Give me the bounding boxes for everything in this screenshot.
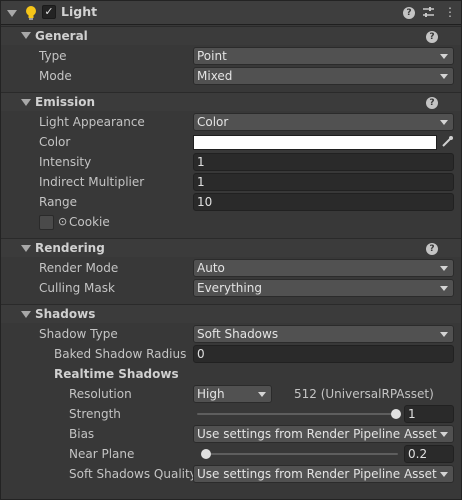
- help-icon[interactable]: ?: [426, 97, 438, 109]
- strength-field[interactable]: 1: [404, 405, 454, 423]
- type-dropdown[interactable]: Point: [193, 47, 454, 65]
- intensity-label: Intensity: [39, 155, 92, 169]
- render-mode-dropdown[interactable]: Auto: [193, 259, 454, 277]
- culling-mask-dropdown[interactable]: Everything: [193, 279, 454, 297]
- chevron-down-icon: [440, 54, 448, 59]
- resolution-note: 512 (UniversalRPAsset): [294, 387, 434, 401]
- baked-shadow-radius-field[interactable]: 0: [193, 345, 454, 363]
- help-icon[interactable]: ?: [426, 31, 438, 43]
- light-appearance-dropdown[interactable]: Color: [193, 113, 454, 131]
- section-emission-title: Emission: [35, 95, 95, 109]
- near-plane-slider-thumb[interactable]: [201, 449, 211, 459]
- soft-shadows-quality-dropdown[interactable]: Use settings from Render Pipeline Asset: [193, 465, 454, 483]
- chevron-down-icon: [440, 120, 448, 125]
- chevron-down-icon: [440, 432, 448, 437]
- near-plane-label: Near Plane: [69, 447, 135, 461]
- resolution-value: High: [197, 387, 225, 401]
- render-mode-value: Auto: [197, 261, 225, 275]
- chevron-down-icon: [258, 392, 266, 397]
- lightbulb-icon: [26, 6, 36, 20]
- shadow-type-label: Shadow Type: [39, 327, 118, 341]
- rendering-foldout-icon[interactable]: [21, 245, 31, 252]
- chevron-down-icon: [440, 286, 448, 291]
- bias-label: Bias: [69, 427, 95, 441]
- indirect-multiplier-field[interactable]: 1: [193, 173, 454, 191]
- type-value: Point: [197, 49, 227, 63]
- bias-value: Use settings from Render Pipeline Asset: [197, 427, 437, 441]
- general-foldout-icon[interactable]: [21, 32, 31, 39]
- near-plane-field[interactable]: 0.2: [404, 445, 454, 463]
- shadows-foldout-icon[interactable]: [21, 311, 31, 318]
- intensity-field[interactable]: 1: [193, 153, 454, 171]
- chevron-down-icon: [440, 266, 448, 271]
- mode-label: Mode: [39, 69, 72, 83]
- section-rendering-title: Rendering: [35, 241, 105, 255]
- baked-shadow-radius-label: Baked Shadow Radius: [54, 347, 187, 361]
- component-enabled-checkbox[interactable]: ✓: [42, 5, 56, 19]
- near-plane-slider-track[interactable]: [202, 453, 398, 455]
- soft-shadows-quality-value: Use settings from Render Pipeline Asset: [197, 467, 437, 481]
- color-label: Color: [39, 135, 71, 149]
- mode-dropdown[interactable]: Mixed: [193, 67, 454, 85]
- shadow-type-dropdown[interactable]: Soft Shadows: [193, 325, 454, 343]
- color-swatch[interactable]: [193, 135, 437, 150]
- cookie-icon: ⊙: [58, 215, 68, 228]
- strength-slider-track[interactable]: [197, 413, 397, 415]
- resolution-label: Resolution: [69, 387, 132, 401]
- strength-slider-thumb[interactable]: [391, 409, 401, 419]
- resolution-dropdown[interactable]: High: [193, 385, 272, 403]
- bias-dropdown[interactable]: Use settings from Render Pipeline Asset: [193, 425, 454, 443]
- section-general-title: General: [35, 29, 88, 43]
- strength-label: Strength: [69, 407, 121, 421]
- range-label: Range: [39, 195, 78, 209]
- cookie-toggle[interactable]: [39, 215, 54, 230]
- render-mode-label: Render Mode: [39, 261, 119, 275]
- light-appearance-label: Light Appearance: [39, 115, 145, 129]
- chevron-down-icon: [440, 74, 448, 79]
- help-icon[interactable]: ?: [426, 243, 438, 255]
- presets-icon[interactable]: [422, 6, 435, 19]
- shadow-type-value: Soft Shadows: [197, 327, 279, 341]
- cookie-label: Cookie: [69, 215, 110, 229]
- more-menu-icon[interactable]: ⋮: [444, 5, 456, 19]
- soft-shadows-quality-label: Soft Shadows Quality: [69, 467, 197, 481]
- eyedropper-icon[interactable]: [440, 135, 454, 149]
- culling-mask-value: Everything: [197, 281, 262, 295]
- indirect-multiplier-label: Indirect Multiplier: [39, 175, 145, 189]
- light-appearance-value: Color: [197, 115, 229, 129]
- component-foldout-icon[interactable]: [7, 10, 17, 17]
- realtime-shadows-title: Realtime Shadows: [54, 367, 179, 381]
- range-field[interactable]: 10: [193, 193, 454, 211]
- mode-value: Mixed: [197, 69, 233, 83]
- emission-foldout-icon[interactable]: [21, 99, 31, 106]
- component-title: Light: [61, 4, 98, 19]
- type-label: Type: [39, 49, 67, 63]
- help-icon[interactable]: ?: [403, 7, 415, 19]
- section-shadows-title: Shadows: [35, 307, 96, 321]
- chevron-down-icon: [440, 332, 448, 337]
- culling-mask-label: Culling Mask: [39, 281, 115, 295]
- chevron-down-icon: [440, 472, 448, 477]
